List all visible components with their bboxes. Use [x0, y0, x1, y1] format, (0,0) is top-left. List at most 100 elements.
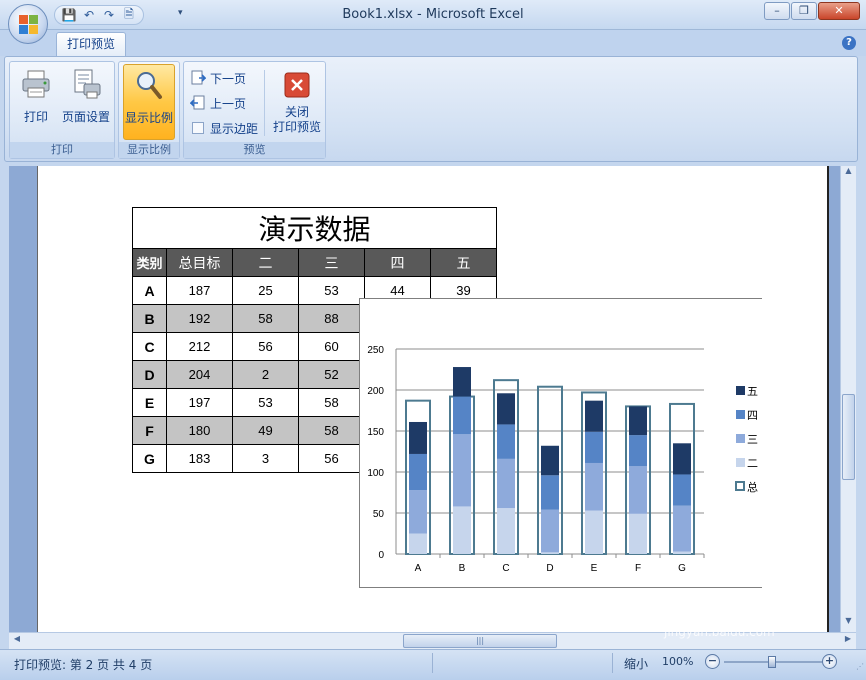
scroll-right-icon[interactable]: ▶	[840, 634, 856, 648]
cell: 56	[298, 444, 365, 473]
stack-segment	[409, 533, 427, 554]
y-tick-label: 50	[373, 509, 385, 520]
stack-segment	[409, 421, 427, 454]
cell: 53	[298, 276, 365, 305]
help-icon[interactable]: ?	[842, 36, 856, 50]
zoom-button[interactable]: 显示比例	[123, 64, 175, 140]
cell: 60	[298, 332, 365, 361]
header-col-3: 三	[298, 248, 365, 277]
preview-page[interactable]: 演示数据 类别 总目标 二 三 四 五 A 187 25 53 44 39 B 192 58 8…	[37, 166, 829, 632]
prev-page-button[interactable]: 上一页	[190, 93, 246, 113]
magnifier-icon	[137, 72, 162, 99]
close-button[interactable]: ✕	[818, 2, 860, 20]
x-tick-label: G	[678, 563, 686, 574]
title-bar: 💾 ↶ ↷ 🗎 ▾ Book1.xlsx - Microsoft Excel –…	[0, 0, 866, 44]
stack-segment	[497, 393, 515, 425]
zoom-out-label[interactable]: 缩小	[624, 655, 648, 672]
tab-print-preview[interactable]: 打印预览	[56, 32, 126, 56]
cell: F	[132, 416, 167, 445]
zoom-out-icon[interactable]: −	[705, 654, 720, 669]
legend-label: 三	[747, 433, 758, 446]
resize-grip-icon[interactable]: ⋰	[856, 662, 864, 671]
watermark: Bai 经验 jingyan.baidu.com	[660, 592, 775, 639]
chart-area: 0 50 100 150 200 250 A B C D E F G 五四三二总	[359, 298, 762, 588]
x-tick-label: A	[415, 563, 422, 574]
scroll-up-icon[interactable]: ▲	[841, 166, 856, 182]
vertical-scroll-thumb[interactable]	[842, 394, 855, 480]
next-page-icon	[191, 70, 206, 85]
watermark-brand: Bai 经验	[660, 598, 774, 628]
header-col-5: 五	[430, 248, 497, 277]
print-group: 打印 页面设置 打印	[9, 61, 115, 159]
close-preview-label: 关闭 打印预览	[270, 105, 324, 135]
scroll-left-icon[interactable]: ◀	[9, 634, 25, 648]
cell: 192	[166, 304, 233, 333]
zoom-group: 显示比例 显示比例	[118, 61, 180, 159]
vertical-scrollbar[interactable]: ▲ ▼	[840, 166, 856, 632]
table-header-row: 类别 总目标 二 三 四 五	[132, 248, 497, 277]
cell: 25	[232, 276, 299, 305]
stack-segment	[541, 552, 559, 554]
page-setup-icon	[74, 69, 101, 99]
x-tick-label: C	[502, 563, 509, 574]
stack-segment	[409, 490, 427, 534]
cell: 88	[298, 304, 365, 333]
ribbon: 打印 页面设置 打印 显示比例 显示比例 下一页 上一页 显示边距 关闭 打印预…	[4, 56, 858, 162]
stack-segment	[541, 509, 559, 553]
scroll-down-icon[interactable]: ▼	[841, 616, 856, 632]
cell: 187	[166, 276, 233, 305]
zoom-slider[interactable]	[724, 656, 822, 668]
status-bar: 打印预览: 第 2 页 共 4 页 缩小 100% − + ⋰	[0, 649, 866, 680]
cell: 53	[232, 388, 299, 417]
preview-group: 下一页 上一页 显示边距 关闭 打印预览 预览	[183, 61, 326, 159]
x-tick-label: E	[591, 563, 598, 574]
cell: E	[132, 388, 167, 417]
stack-segment	[585, 510, 603, 554]
next-page-button[interactable]: 下一页	[190, 68, 246, 88]
cell: 49	[232, 416, 299, 445]
close-preview-icon	[284, 72, 310, 98]
zoom-percent[interactable]: 100%	[662, 655, 693, 668]
x-tick-label: D	[546, 563, 553, 574]
stack-segment	[673, 505, 691, 552]
cell: D	[132, 360, 167, 389]
zoom-button-label: 显示比例	[124, 111, 173, 125]
zoom-slider-knob[interactable]	[768, 656, 776, 668]
header-col-4: 四	[364, 248, 431, 277]
horizontal-scroll-thumb[interactable]: |||	[403, 634, 557, 648]
print-button[interactable]: 打印	[14, 64, 58, 140]
legend-label: 总	[747, 480, 758, 494]
prev-page-label: 上一页	[210, 96, 247, 111]
restore-button[interactable]: ❐	[791, 2, 817, 20]
checkbox-icon[interactable]	[192, 122, 204, 134]
table-title: 演示数据	[132, 207, 497, 249]
close-preview-label-line1: 关闭	[284, 105, 309, 119]
watermark-url: jingyan.baidu.com	[664, 625, 775, 639]
show-margins-label: 显示边距	[210, 121, 259, 136]
cell: 2	[232, 360, 299, 389]
x-tick-label: F	[635, 563, 641, 574]
cell: 58	[232, 304, 299, 333]
office-button[interactable]	[8, 4, 48, 44]
stack-segment	[629, 406, 647, 436]
cell: 58	[298, 416, 365, 445]
legend-label: 四	[747, 409, 758, 422]
show-margins-checkbox[interactable]: 显示边距	[190, 118, 258, 138]
page-setup-button[interactable]: 页面设置	[58, 64, 114, 140]
stack-segment	[673, 443, 691, 475]
print-group-label: 打印	[10, 142, 114, 158]
status-divider	[432, 653, 433, 673]
close-preview-button[interactable]: 关闭 打印预览	[270, 64, 324, 140]
x-tick-label: B	[459, 563, 466, 574]
zoom-in-icon[interactable]: +	[822, 654, 837, 669]
next-page-label: 下一页	[210, 71, 247, 86]
close-preview-label-line2: 打印预览	[272, 120, 321, 134]
minimize-button[interactable]: –	[764, 2, 790, 20]
zoom-group-label: 显示比例	[119, 142, 179, 158]
print-button-label: 打印	[23, 110, 48, 124]
stack-segment	[541, 445, 559, 476]
stack-segment	[629, 466, 647, 514]
stack-segment	[497, 458, 515, 509]
stack-segment	[585, 400, 603, 432]
cell: C	[132, 332, 167, 361]
